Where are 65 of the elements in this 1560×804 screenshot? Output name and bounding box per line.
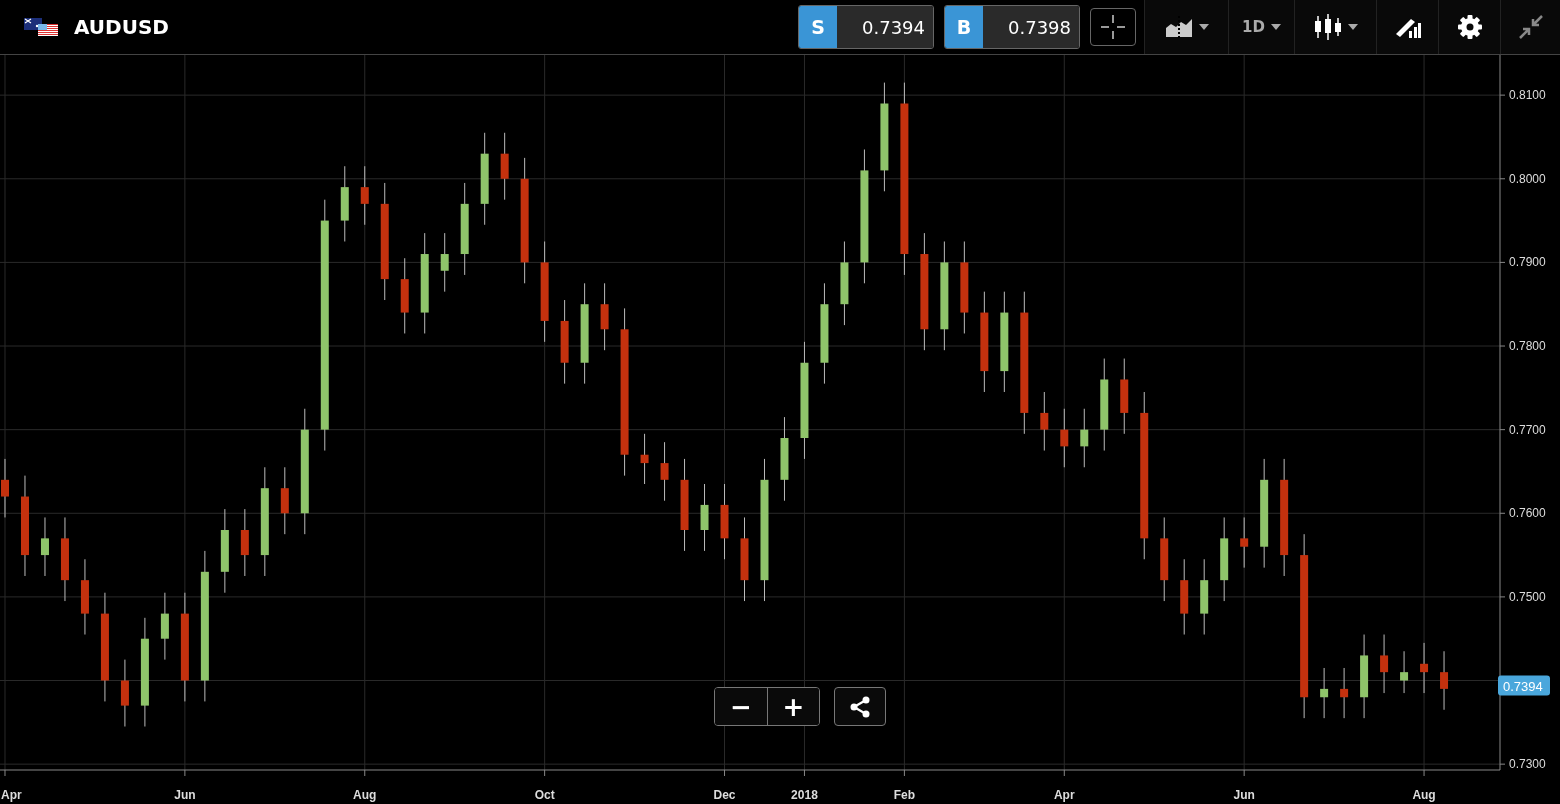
area-chart-icon xyxy=(1164,16,1193,38)
candlestick-icon xyxy=(1313,14,1342,40)
date-axis-label: 2018 xyxy=(791,788,818,802)
current-price-tag: 0.7394 xyxy=(1498,675,1550,696)
candlestick xyxy=(1060,408,1069,468)
caret-icon xyxy=(1347,24,1358,30)
candlestick xyxy=(160,592,169,661)
caret-icon xyxy=(1198,24,1209,30)
pencil-bars-icon xyxy=(1394,16,1421,38)
candlestick xyxy=(240,508,249,577)
crosshair-icon xyxy=(1100,14,1126,40)
price-axis-label: 0.7700 xyxy=(1509,422,1546,437)
collapse-icon xyxy=(1517,14,1544,40)
candlestick xyxy=(1340,667,1349,719)
price-axis-label: 0.7800 xyxy=(1509,339,1546,353)
caret-icon xyxy=(1270,24,1281,30)
date-axis-label: Aug xyxy=(353,788,377,802)
date-axis-label: Apr xyxy=(1053,788,1075,802)
price-axis-label: 0.8000 xyxy=(1509,171,1546,186)
zoom-in-button[interactable]: + xyxy=(767,688,819,725)
flag-icon xyxy=(24,18,58,36)
price-axis-label: 0.7900 xyxy=(1509,255,1546,270)
candles-dropdown[interactable] xyxy=(1294,0,1376,54)
candlestick xyxy=(1320,667,1329,719)
price-axis-label: 0.7600 xyxy=(1509,506,1546,521)
candlestick xyxy=(280,466,289,535)
date-axis-label: Feb xyxy=(893,788,916,802)
date-axis-label: Apr xyxy=(1,788,22,802)
date-axis-label: Jun xyxy=(174,788,196,802)
settings-icon xyxy=(1456,14,1483,40)
candlestick xyxy=(600,282,609,351)
candlestick xyxy=(700,483,709,552)
date-axis-label: Aug xyxy=(1412,788,1436,802)
candlestick xyxy=(660,441,669,502)
share-button[interactable] xyxy=(834,687,886,726)
date-axis-label: Oct xyxy=(534,788,555,802)
share-icon xyxy=(849,695,871,718)
sell-price-button[interactable]: S 0.7394 xyxy=(798,5,934,49)
collapse-button[interactable] xyxy=(1500,0,1560,54)
candlestick xyxy=(1400,650,1409,694)
drawing-tools-button[interactable] xyxy=(1376,0,1438,54)
date-axis-label: Jun xyxy=(1233,788,1255,802)
candlestick xyxy=(500,132,509,201)
candlestick xyxy=(1380,634,1389,694)
buy-price-button[interactable]: B 0.7398 xyxy=(944,5,1080,49)
price-axis-label: 0.8100 xyxy=(1509,88,1546,103)
candlestick xyxy=(1240,516,1249,569)
candlestick xyxy=(360,165,369,226)
price-axis-label: 0.7500 xyxy=(1509,589,1546,604)
candlestick xyxy=(640,433,649,485)
timeframe-dropdown[interactable]: 1D xyxy=(1228,0,1294,54)
candlestick xyxy=(1040,391,1049,452)
candlestick xyxy=(1080,408,1089,468)
candlestick xyxy=(1440,650,1449,711)
symbol-title: AUDUSD xyxy=(74,15,169,39)
chart-type-dropdown[interactable] xyxy=(1144,0,1228,54)
candlestick xyxy=(120,659,129,727)
candlestick xyxy=(40,516,49,577)
crosshair-button[interactable] xyxy=(1090,8,1136,46)
candlestick xyxy=(1,458,9,518)
candlestick xyxy=(1420,642,1429,694)
settings-button[interactable] xyxy=(1438,0,1500,54)
candlestick xyxy=(440,232,449,293)
price-axis-label: 0.7300 xyxy=(1509,757,1546,772)
date-axis-label: Dec xyxy=(713,788,736,802)
